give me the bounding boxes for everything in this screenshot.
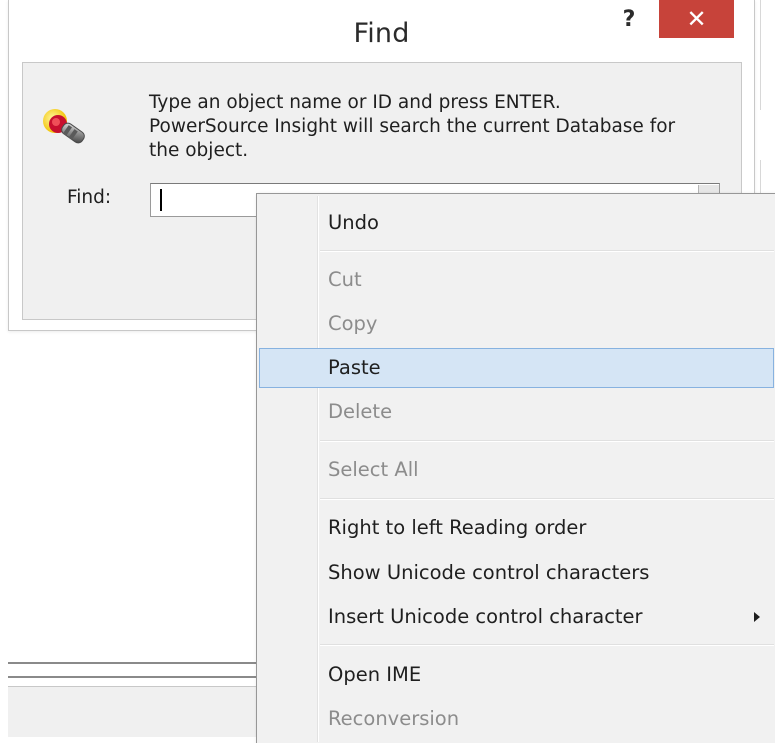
menu-item-label: Show Unicode control characters bbox=[328, 561, 650, 584]
screen: Find ? ✕ Type an object name or ID and p… bbox=[0, 0, 775, 743]
instruction-line: PowerSource Insight will search the curr… bbox=[149, 116, 676, 137]
find-label: Find: bbox=[67, 187, 112, 208]
menu-separator bbox=[320, 498, 774, 500]
menu-item-label: Paste bbox=[328, 356, 381, 379]
close-button[interactable]: ✕ bbox=[659, 0, 734, 38]
menu-item-delete[interactable]: Delete bbox=[259, 392, 774, 432]
menu-item-copy[interactable]: Copy bbox=[259, 304, 774, 344]
menu-item-select-all[interactable]: Select All bbox=[259, 450, 774, 490]
instruction-text: Type an object name or ID and press ENTE… bbox=[149, 91, 709, 163]
menu-separator bbox=[320, 440, 774, 442]
submenu-arrow-icon bbox=[754, 612, 760, 622]
menu-item-label: Select All bbox=[328, 458, 419, 481]
context-menu: Undo Cut Copy Paste Delete Select All Ri… bbox=[256, 193, 775, 743]
instruction-line: Type an object name or ID and press ENTE… bbox=[149, 92, 561, 113]
help-button[interactable]: ? bbox=[615, 6, 643, 34]
menu-item-open-ime[interactable]: Open IME bbox=[259, 655, 774, 695]
text-caret bbox=[160, 189, 162, 211]
background-window-edge bbox=[760, 0, 761, 110]
menu-separator bbox=[320, 250, 774, 252]
menu-item-label: Open IME bbox=[328, 663, 422, 686]
menu-item-label: Copy bbox=[328, 312, 378, 335]
menu-item-label: Right to left Reading order bbox=[328, 516, 587, 539]
menu-item-label: Delete bbox=[328, 400, 393, 423]
background-divider bbox=[8, 662, 268, 664]
magnifier-icon bbox=[43, 109, 85, 144]
dialog-titlebar[interactable]: Find ? ✕ bbox=[9, 0, 754, 62]
instruction-line: the object. bbox=[149, 140, 249, 161]
menu-item-label: Cut bbox=[328, 268, 362, 291]
menu-item-label: Reconversion bbox=[328, 707, 460, 730]
menu-item-rtl-reading-order[interactable]: Right to left Reading order bbox=[259, 508, 774, 548]
menu-item-insert-unicode-control[interactable]: Insert Unicode control character bbox=[259, 597, 774, 637]
menu-item-show-unicode-control[interactable]: Show Unicode control characters bbox=[259, 553, 774, 593]
menu-item-reconversion[interactable]: Reconversion bbox=[259, 699, 774, 739]
background-panel bbox=[8, 686, 260, 737]
menu-item-paste[interactable]: Paste bbox=[259, 348, 774, 388]
background-divider bbox=[8, 676, 268, 678]
menu-item-label: Undo bbox=[328, 211, 379, 234]
menu-separator bbox=[320, 644, 774, 646]
menu-item-undo[interactable]: Undo bbox=[259, 203, 774, 243]
menu-item-label: Insert Unicode control character bbox=[328, 605, 643, 628]
menu-item-cut[interactable]: Cut bbox=[259, 260, 774, 300]
